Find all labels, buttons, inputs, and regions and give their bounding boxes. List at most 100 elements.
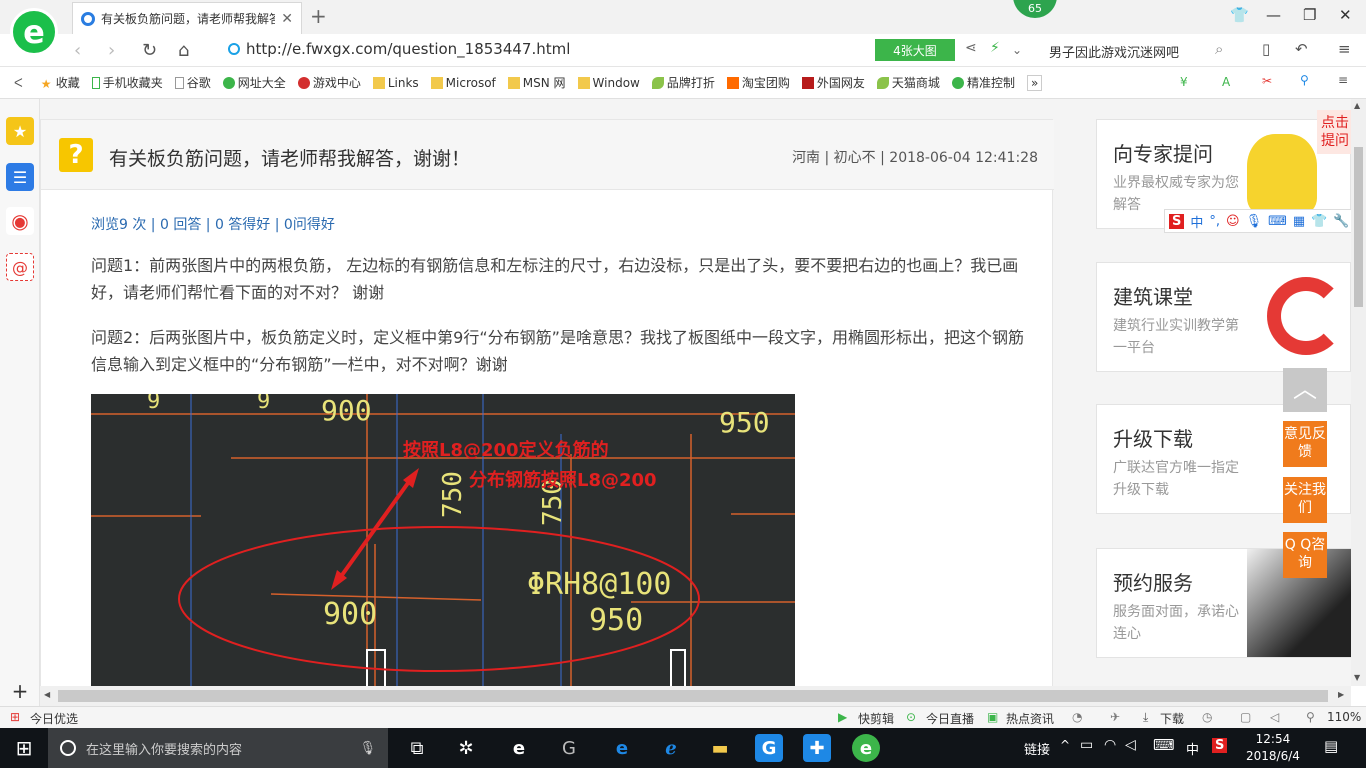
translate-icon[interactable]: A [1222, 75, 1230, 89]
sogou-tray-icon[interactable]: S [1212, 738, 1228, 753]
notification-badge[interactable]: 65 [1013, 0, 1057, 18]
link-label[interactable]: 链接 [1024, 739, 1050, 758]
sound-icon[interactable]: ◁ [1270, 710, 1279, 724]
green-browser-icon[interactable]: e [852, 734, 880, 762]
site-favicon-icon [81, 11, 95, 26]
weibo-icon[interactable]: ◉ [6, 207, 34, 235]
volume-icon[interactable]: ◁ [1125, 737, 1136, 753]
reader-list-icon[interactable]: ☰ [6, 163, 34, 191]
qq-consult-button[interactable]: Q Q咨询 [1283, 532, 1327, 578]
bookmark-mobile[interactable]: 手机收藏夹 [91, 74, 163, 91]
more-bookmarks-button[interactable]: » [1026, 74, 1043, 91]
big-image-button[interactable]: 4张大图 [875, 39, 955, 61]
close-tab-icon[interactable]: ✕ [281, 11, 293, 27]
history-icon[interactable]: ◷ [1202, 710, 1212, 724]
question-stats[interactable]: 浏览9 次 | 0 回答 | 0 答得好 | 0问得好 [91, 214, 335, 234]
download-link[interactable]: 下载 [1160, 710, 1184, 727]
file-explorer-icon[interactable]: ▬ [706, 734, 734, 762]
bookmark-precise[interactable]: 精准控制 [951, 74, 1015, 91]
g-app-icon[interactable]: G [555, 734, 583, 762]
url-field[interactable]: http://e.fwxgx.com/question_1853447.html [228, 40, 570, 58]
share-icon[interactable]: ⋖ [965, 40, 977, 56]
scroll-down-icon[interactable]: ▼ [1354, 673, 1360, 682]
notification-center-icon[interactable]: ▤ [1324, 737, 1338, 755]
hot-search-text[interactable]: 男子因此游戏沉迷网吧 [1049, 42, 1179, 61]
feedback-button[interactable]: 意见反馈 [1283, 421, 1327, 467]
pinwheel-app-icon[interactable]: ✲ [452, 734, 480, 762]
forward-button[interactable]: › [108, 40, 115, 61]
add-sidebar-icon[interactable]: + [6, 677, 34, 705]
ad-tag[interactable]: 点击提问 [1317, 110, 1351, 154]
scroll-up-icon[interactable]: ▲ [1354, 101, 1360, 110]
menu-icon[interactable]: ≡ [1338, 40, 1351, 58]
zoom-level[interactable]: 110% [1327, 710, 1361, 724]
ie-icon[interactable]: ℯ [657, 734, 685, 762]
chevron-down-icon[interactable]: ⌄ [1012, 43, 1022, 57]
close-window-button[interactable]: ✕ [1339, 6, 1352, 24]
shirt-skin-icon[interactable]: 👕 [1230, 6, 1249, 24]
bookmark-taobao[interactable]: 淘宝团购 [726, 74, 790, 91]
windows-start-icon[interactable]: ⊞ [10, 734, 38, 762]
browser-tab[interactable]: 有关板负筋问题，请老师帮我解答 ✕ [72, 2, 302, 34]
scissors-icon[interactable]: ✂ [1262, 74, 1272, 88]
restore-button[interactable]: ❐ [1303, 6, 1316, 24]
undo-icon[interactable]: ↶ [1295, 40, 1308, 58]
taskbar-search[interactable]: 在这里输入你要搜索的内容 🎙 [48, 728, 388, 768]
follow-us-button[interactable]: 关注我们 [1283, 477, 1327, 523]
menu-lines-icon[interactable]: ≡ [1338, 73, 1348, 87]
horizontal-scrollbar[interactable]: ◀ ▶ [40, 686, 1351, 706]
cad-drawing-image[interactable]: 900 950 9 9 750 750 900 ΦRH8@100 950 按照L… [91, 394, 795, 686]
remote-app-icon[interactable]: ✚ [803, 734, 831, 762]
email-icon[interactable]: @ [6, 253, 34, 281]
news-link[interactable]: 热点资讯 [1006, 710, 1054, 727]
task-view-icon[interactable]: ⧉ [403, 734, 431, 762]
glodon-g-icon[interactable]: G [755, 734, 783, 762]
minimize-button[interactable]: — [1266, 6, 1281, 24]
browser-logo-icon[interactable]: e [10, 8, 58, 56]
tool-icon[interactable]: ✈ [1110, 710, 1120, 724]
bookmark-games[interactable]: 游戏中心 [297, 74, 361, 91]
quick-edit-link[interactable]: 快剪辑 [858, 710, 894, 727]
money-icon[interactable]: ¥ [1180, 75, 1188, 89]
window-icon[interactable]: ▢ [1240, 710, 1251, 724]
bookmark-links[interactable]: Links [372, 76, 419, 90]
back-to-top-button[interactable]: ︿ [1283, 368, 1327, 412]
wifi-icon[interactable]: ◠ [1104, 737, 1116, 753]
browser-e-icon[interactable]: e [505, 734, 533, 762]
ime-toolbar[interactable]: S 中 °, ☺ 🎙 ⌨ ▦ 👕 🔧 [1164, 209, 1351, 233]
bookmark-tmall[interactable]: 天猫商城 [876, 74, 940, 91]
sidebar-toggle-icon[interactable]: ᐸ [14, 76, 23, 90]
new-tab-button[interactable]: + [310, 4, 327, 28]
live-link[interactable]: 今日直播 [926, 710, 974, 727]
bookmark-foreign[interactable]: 外国网友 [801, 74, 865, 91]
refresh-button[interactable]: ↻ [142, 40, 157, 61]
favorites-star-icon[interactable]: ★ [6, 117, 34, 145]
bookmark-msn[interactable]: MSN 网 [507, 74, 566, 91]
ime-indicator[interactable]: 中 [1186, 739, 1199, 758]
zoom-icon[interactable]: ⚲ [1300, 73, 1309, 87]
vertical-scrollbar[interactable]: ▲ ▼ [1351, 99, 1366, 686]
scroll-right-icon[interactable]: ▶ [1338, 690, 1344, 699]
bookmark-favorites[interactable]: ★ 收藏 [41, 74, 80, 91]
vertical-scroll-thumb[interactable] [1354, 147, 1363, 307]
bookmark-google[interactable]: 谷歌 [174, 74, 211, 91]
home-button[interactable]: ⌂ [178, 40, 189, 61]
tray-chevron-icon[interactable]: ^ [1060, 738, 1070, 752]
back-button[interactable]: ‹ [74, 40, 81, 61]
battery-icon[interactable]: ▭ [1080, 737, 1093, 753]
touch-keyboard-icon[interactable]: ⌨ [1153, 736, 1175, 754]
bookmark-windows[interactable]: Window [577, 76, 640, 90]
building-class-card[interactable]: 建筑课堂 建筑行业实训教学第一平台 [1096, 262, 1351, 372]
bookmark-nav[interactable]: 网址大全 [222, 74, 286, 91]
edge-icon[interactable]: e [608, 734, 636, 762]
scroll-left-icon[interactable]: ◀ [44, 690, 50, 699]
horizontal-scroll-thumb[interactable] [58, 690, 1328, 702]
bookmark-brand[interactable]: 品牌打折 [651, 74, 715, 91]
system-clock[interactable]: 12:54 2018/6/4 [1246, 731, 1300, 765]
today-picks-link[interactable]: 今日优选 [30, 710, 78, 727]
speed-icon[interactable]: ◔ [1072, 710, 1082, 724]
phone-icon[interactable]: ▯ [1262, 40, 1270, 58]
search-icon[interactable]: ⌕ [1215, 40, 1223, 58]
lightning-icon[interactable]: ⚡ [990, 40, 1000, 56]
bookmark-microsoft[interactable]: Microsof [430, 76, 496, 90]
